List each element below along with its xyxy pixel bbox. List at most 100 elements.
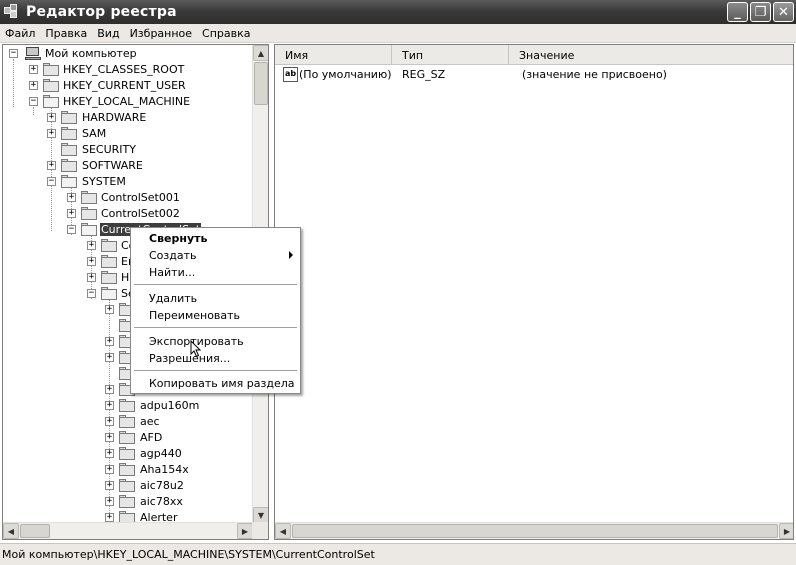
expand-toggle[interactable]: + (67, 193, 76, 202)
menu-help[interactable]: Справка (197, 27, 255, 40)
ctx-label: Найти... (149, 266, 196, 279)
expand-toggle[interactable]: + (105, 305, 114, 314)
value-row[interactable]: ab (По умолчанию) REG_SZ (значение не пр… (275, 66, 793, 84)
ctx-export[interactable]: Экспортировать (131, 333, 300, 350)
ctx-collapse[interactable]: Свернуть (131, 230, 300, 247)
expand-toggle[interactable]: + (105, 433, 114, 442)
expand-toggle[interactable]: + (47, 129, 56, 138)
expand-toggle[interactable]: + (105, 497, 114, 506)
tree-horizontal-scrollbar[interactable]: ◀ ▶ (3, 522, 253, 539)
tree-node-my-computer[interactable]: − Мой компьютер (3, 46, 253, 62)
value-type: REG_SZ (402, 68, 446, 81)
title-bar: Редактор реестра _ ❐ ✕ (0, 0, 796, 24)
scroll-left-arrow-icon[interactable]: ◀ (3, 523, 19, 539)
minimize-button[interactable]: _ (727, 2, 748, 22)
menu-view[interactable]: Вид (92, 27, 124, 40)
menu-file[interactable]: Файл (0, 27, 40, 40)
ctx-create[interactable]: Создать (131, 247, 300, 264)
menu-bar: Файл Правка Вид Избранное Справка (0, 24, 796, 43)
tree-node-service[interactable]: + aic78xx (3, 494, 253, 510)
folder-icon (101, 271, 117, 284)
folder-icon (61, 127, 77, 140)
tree-node-software[interactable]: + SOFTWARE (3, 158, 253, 174)
values-list-pane[interactable]: Имя Тип Значение ab (По умолчанию) REG_S… (274, 44, 794, 540)
expand-toggle[interactable]: + (105, 481, 114, 490)
column-headers: Имя Тип Значение (275, 45, 793, 65)
collapse-toggle[interactable]: − (29, 97, 38, 106)
column-header-value[interactable]: Значение (509, 45, 793, 65)
expand-toggle[interactable]: + (105, 401, 114, 410)
regedit-app-icon[interactable] (4, 4, 20, 20)
list-horizontal-scrollbar[interactable]: ◀ ▶ (275, 522, 793, 539)
value-data: (значение не присвоено) (522, 68, 667, 81)
expand-toggle[interactable]: + (67, 209, 76, 218)
scroll-thumb[interactable] (20, 524, 50, 538)
expand-toggle[interactable]: + (29, 81, 38, 90)
expand-toggle[interactable]: + (87, 241, 96, 250)
scroll-thumb[interactable] (254, 62, 268, 105)
tree-node-sam[interactable]: + SAM (3, 126, 253, 142)
tree-node-service[interactable]: + Aha154x (3, 462, 253, 478)
tree-node-hardware[interactable]: + HARDWARE (3, 110, 253, 126)
expand-toggle[interactable]: + (47, 161, 56, 170)
tree-label: agp440 (140, 447, 182, 460)
expand-toggle[interactable]: + (105, 465, 114, 474)
collapse-toggle[interactable]: − (47, 177, 56, 186)
open-folder-icon (43, 95, 59, 108)
expand-toggle[interactable]: + (29, 65, 38, 74)
ctx-delete[interactable]: Удалить (131, 290, 300, 307)
ctx-find[interactable]: Найти... (131, 264, 300, 281)
expand-toggle[interactable]: + (105, 337, 114, 346)
menu-favorites[interactable]: Избранное (125, 27, 197, 40)
scroll-right-arrow-icon[interactable]: ▶ (237, 523, 253, 539)
scroll-left-arrow-icon[interactable]: ◀ (275, 523, 291, 539)
menu-edit[interactable]: Правка (40, 27, 92, 40)
tree-node-hkcu[interactable]: + HKEY_CURRENT_USER (3, 78, 253, 94)
expand-toggle[interactable]: + (105, 417, 114, 426)
tree-label: ControlSet001 (101, 191, 180, 204)
tree-node-service[interactable]: + agp440 (3, 446, 253, 462)
tree-node-hkcr[interactable]: + HKEY_CLASSES_ROOT (3, 62, 253, 78)
tree-label: HARDWARE (82, 111, 147, 124)
ctx-permissions[interactable]: Разрешения... (131, 350, 300, 367)
ctx-rename[interactable]: Переименовать (131, 307, 300, 324)
scroll-right-arrow-icon[interactable]: ▶ (779, 523, 793, 539)
close-button[interactable]: ✕ (773, 2, 794, 22)
scroll-up-arrow-icon[interactable]: ▲ (253, 45, 268, 61)
column-header-type[interactable]: Тип (392, 45, 509, 65)
maximize-button[interactable]: ❐ (750, 2, 771, 22)
scroll-thumb[interactable] (292, 524, 778, 538)
tree-label: aec (140, 415, 160, 428)
ctx-separator (134, 284, 297, 285)
tree-node-controlset002[interactable]: + ControlSet002 (3, 206, 253, 222)
tree-node-service[interactable]: + adpu160m (3, 398, 253, 414)
tree-node-controlset001[interactable]: + ControlSet001 (3, 190, 253, 206)
collapse-toggle[interactable]: − (67, 225, 76, 234)
expand-toggle[interactable]: + (87, 273, 96, 282)
folder-icon (119, 479, 135, 492)
ctx-label: Создать (149, 249, 197, 262)
scroll-down-arrow-icon[interactable]: ▼ (253, 507, 268, 523)
collapse-toggle[interactable]: − (87, 289, 96, 298)
tree-label: HKEY_CLASSES_ROOT (63, 63, 185, 76)
tree-node-system[interactable]: − SYSTEM (3, 174, 253, 190)
expand-toggle[interactable]: + (105, 449, 114, 458)
folder-icon (119, 495, 135, 508)
tree-label: SOFTWARE (82, 159, 143, 172)
ctx-copy-key-name[interactable]: Копировать имя раздела (131, 375, 300, 392)
expand-toggle[interactable]: + (105, 353, 114, 362)
tree-node-service[interactable]: + aec (3, 414, 253, 430)
tree-node-service[interactable]: + AFD (3, 430, 253, 446)
tree-node-service[interactable]: + aic78u2 (3, 478, 253, 494)
folder-icon (101, 255, 117, 268)
column-header-name[interactable]: Имя (275, 45, 392, 65)
collapse-toggle[interactable]: − (9, 49, 18, 58)
ctx-label: Переименовать (149, 309, 241, 322)
expand-toggle[interactable]: + (87, 257, 96, 266)
tree-label: SYSTEM (82, 175, 126, 188)
tree-node-hklm[interactable]: − HKEY_LOCAL_MACHINE (3, 94, 253, 110)
expand-toggle[interactable]: + (47, 113, 56, 122)
tree-node-security[interactable]: SECURITY (3, 142, 253, 158)
expand-toggle[interactable]: + (105, 513, 114, 522)
expand-toggle[interactable]: + (105, 385, 114, 394)
